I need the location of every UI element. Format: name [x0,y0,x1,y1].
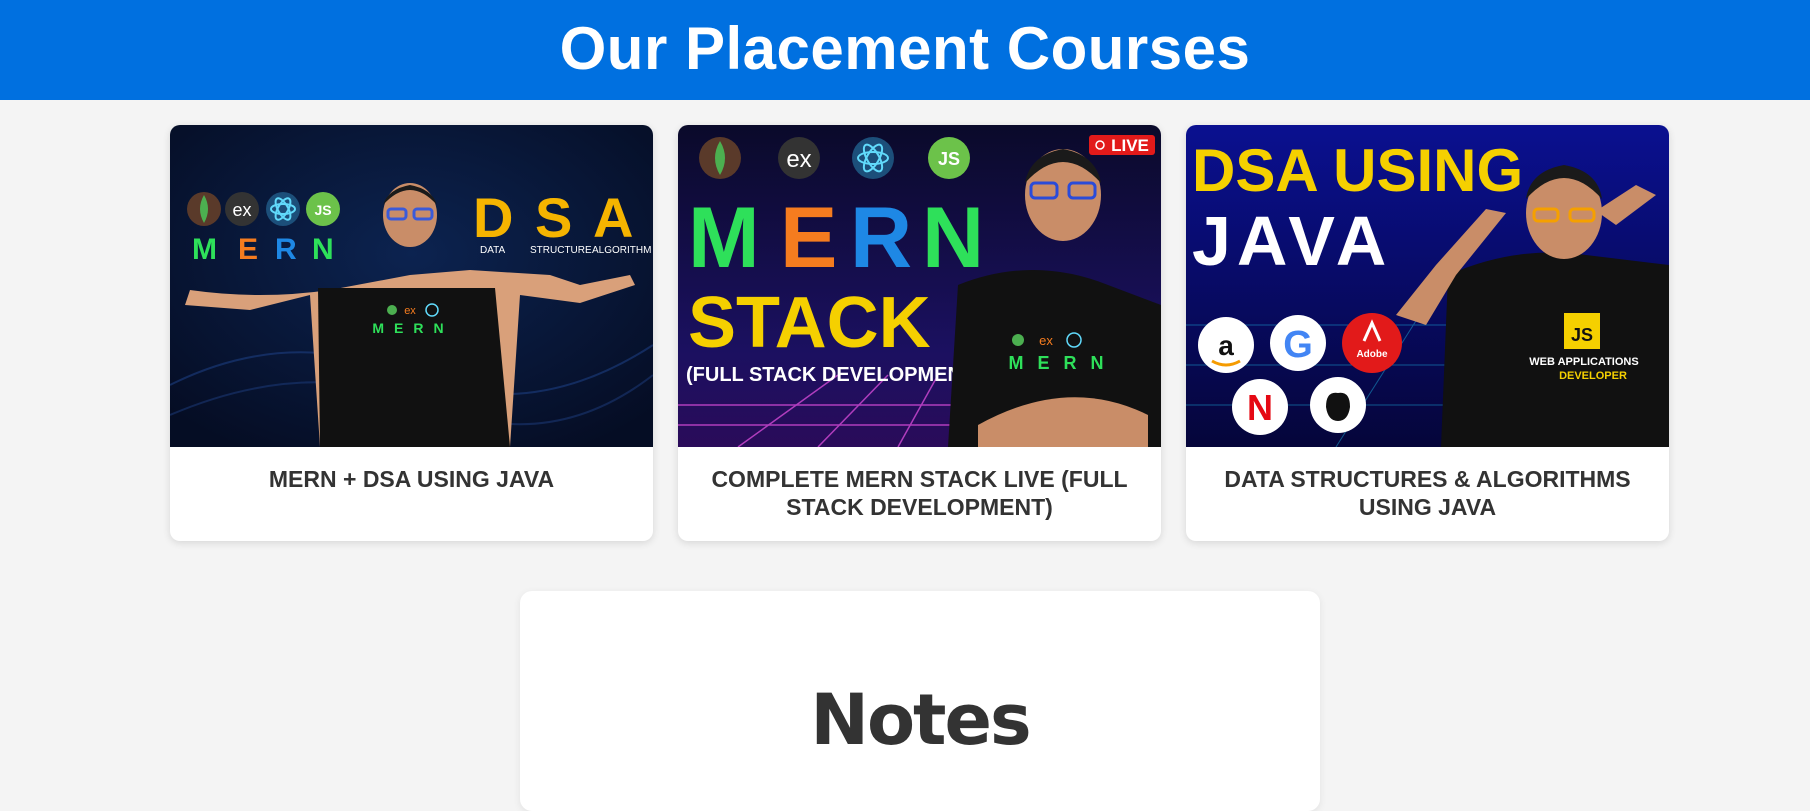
apple-icon [1326,392,1350,421]
shirt-express-logo: ex [1039,333,1053,348]
netflix-icon: N [1247,387,1273,428]
shirt-web-applications: WEB APPLICATIONS [1529,356,1638,368]
thumbnail-dsa-java-image: DSA USING JAVA a G Adobe N JS WEB APPLIC… [1186,125,1669,447]
java-text: JAVA [1192,202,1392,280]
course-card-mern-live[interactable]: ex JS LIVE M E R N STACK (FULL STACK DEV… [678,125,1161,541]
nodejs-icon: JS [938,149,960,169]
express-icon: ex [786,146,811,173]
adobe-icon: Adobe [1356,349,1388,360]
dsa-using-text: DSA USING [1192,137,1523,204]
shirt-mern-text: MERN [1009,353,1118,373]
live-badge-label: LIVE [1111,136,1149,155]
course-thumbnail[interactable]: ex JS M E R N D S A DATA STRUCTURE ALGOR… [170,125,653,447]
dsa-sub-algorithm: ALGORITHM [592,245,651,256]
dsa-sub-data: DATA [480,245,506,256]
express-icon: ex [232,200,251,220]
shirt-developer: DEVELOPER [1559,370,1627,382]
course-title[interactable]: DATA STRUCTURES & ALGORITHMS USING JAVA [1186,447,1669,521]
course-title[interactable]: COMPLETE MERN STACK LIVE (FULL STACK DEV… [678,447,1161,521]
mern-letter-r: R [275,233,297,266]
mern-letter-n: N [922,190,984,286]
notes-heading: Notes [810,679,1031,761]
full-stack-subtitle: (FULL STACK DEVELOPMENT) [686,364,981,386]
shirt-mern-text: MERN [372,320,453,336]
course-list: ex JS M E R N D S A DATA STRUCTURE ALGOR… [170,125,1669,541]
dsa-letter-a: A [593,186,633,249]
mern-letter-m: M [688,190,760,286]
nodejs-icon: JS [314,202,331,218]
page-title: Our Placement Courses [559,14,1251,82]
stack-text: STACK [688,283,931,363]
mern-letter-e: E [238,233,258,266]
mern-letter-e: E [780,190,837,286]
dsa-letter-d: D [473,186,513,249]
mern-letter-m: M [192,233,217,266]
thumbnail-mern-dsa-image: ex JS M E R N D S A DATA STRUCTURE ALGOR… [170,125,653,447]
course-thumbnail[interactable]: DSA USING JAVA a G Adobe N JS WEB APPLIC… [1186,125,1669,447]
course-thumbnail[interactable]: ex JS LIVE M E R N STACK (FULL STACK DEV… [678,125,1161,447]
course-card-dsa-java[interactable]: DSA USING JAVA a G Adobe N JS WEB APPLIC… [1186,125,1669,541]
course-card-mern-dsa[interactable]: ex JS M E R N D S A DATA STRUCTURE ALGOR… [170,125,653,541]
dsa-letter-s: S [535,186,572,249]
mern-letter-r: R [850,190,912,286]
shirt-express-logo: ex [404,305,416,317]
dsa-sub-structure: STRUCTURE [530,245,592,256]
google-icon: G [1283,324,1313,366]
notes-section: Notes [520,591,1320,811]
header-banner: Our Placement Courses [0,0,1810,100]
shirt-js-label: JS [1571,325,1593,345]
amazon-icon: a [1218,330,1234,361]
mern-letter-n: N [312,233,334,266]
course-title[interactable]: MERN + DSA USING JAVA [170,447,653,493]
thumbnail-mern-stack-image: ex JS LIVE M E R N STACK (FULL STACK DEV… [678,125,1161,447]
